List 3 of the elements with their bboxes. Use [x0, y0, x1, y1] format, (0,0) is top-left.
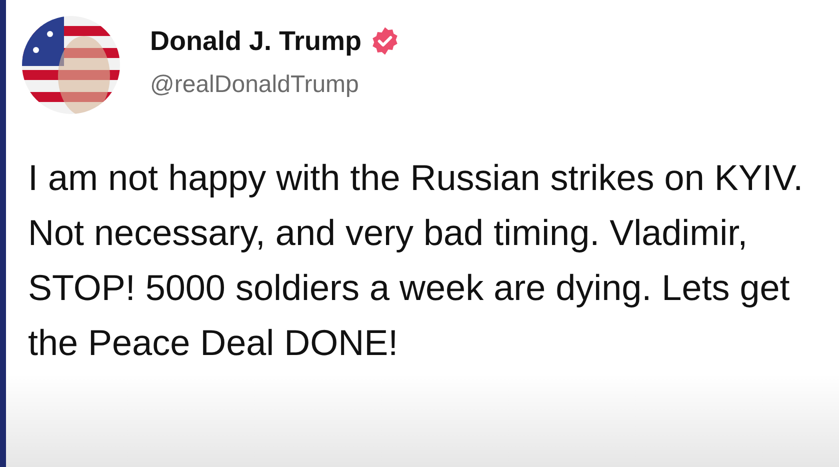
post-text: I am not happy with the Russian strikes on KYIV. Not necessary, and very bad timing. Vladimir, STOP! 5000 soldiers a week are dying. Lets get the Peace Deal DONE!	[27, 156, 804, 365]
author-name: Donald J. Trump	[150, 24, 362, 58]
author-handle: @realDonaldTrump	[150, 70, 360, 100]
